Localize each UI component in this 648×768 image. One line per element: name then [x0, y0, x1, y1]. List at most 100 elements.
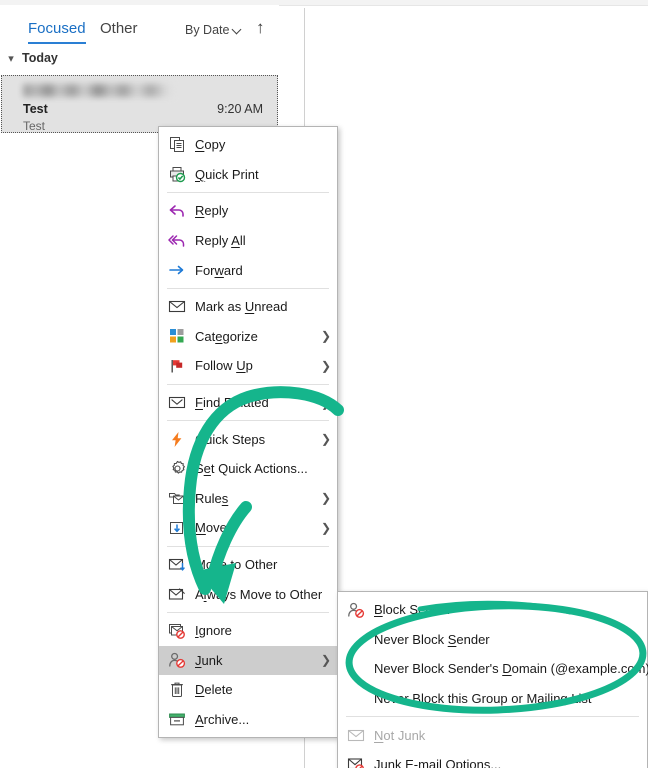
- chevron-right-icon: ❯: [315, 521, 337, 535]
- forward-icon: [159, 262, 195, 278]
- menu-item-archive[interactable]: Archive...: [159, 705, 337, 735]
- quick-steps-icon: [159, 431, 195, 448]
- submenu-item-block-sender[interactable]: Block Sender: [338, 595, 647, 625]
- message-list-header: Focused Other By Date ↑: [0, 5, 279, 45]
- submenu-item-never-block-senders-domain[interactable]: Never Block Sender's Domain (@example.co…: [338, 654, 647, 684]
- menu-item-label: Archive...: [195, 712, 337, 727]
- menu-item-follow-up[interactable]: Follow Up ❯: [159, 351, 337, 381]
- submenu-item-not-junk: Not Junk: [338, 720, 647, 750]
- menu-separator: [167, 384, 329, 385]
- chevron-right-icon: ❯: [315, 329, 337, 343]
- menu-item-label: Follow Up: [195, 358, 315, 373]
- menu-separator: [167, 612, 329, 613]
- ignore-icon: [159, 623, 195, 639]
- menu-item-label: Forward: [195, 263, 337, 278]
- menu-item-label: Copy: [195, 137, 337, 152]
- menu-item-label: Reply All: [195, 233, 337, 248]
- menu-item-label: Set Quick Actions...: [195, 461, 337, 476]
- menu-item-label: Quick Steps: [195, 432, 315, 447]
- reply-icon: [159, 203, 195, 219]
- menu-item-label: Ignore: [195, 623, 337, 638]
- sort-dropdown[interactable]: By Date: [185, 23, 242, 37]
- chevron-right-icon: ❯: [315, 432, 337, 446]
- group-header-label: Today: [22, 51, 58, 65]
- follow-up-flag-icon: [159, 358, 195, 374]
- not-junk-envelope-icon: [338, 728, 374, 743]
- sort-dropdown-label: By Date: [185, 23, 229, 37]
- menu-item-mark-as-unread[interactable]: Mark as Unread: [159, 292, 337, 322]
- menu-item-rules[interactable]: Rules ❯: [159, 484, 337, 514]
- menu-item-always-move-to-other[interactable]: Always Move to Other: [159, 579, 337, 609]
- menu-item-label: Categorize: [195, 329, 315, 344]
- outlook-screen: Focused Other By Date ↑ ▾ Today Test Tes…: [0, 0, 648, 768]
- message-time: 9:20 AM: [217, 102, 263, 116]
- tab-focused[interactable]: Focused: [28, 20, 86, 37]
- chevron-down-icon: ▾: [0, 52, 22, 65]
- submenu-item-never-block-this-group[interactable]: Never Block this Group or Mailing List: [338, 684, 647, 714]
- tab-other[interactable]: Other: [100, 20, 138, 37]
- menu-item-label: Delete: [195, 682, 337, 697]
- menu-item-move-to-other[interactable]: Move to Other: [159, 550, 337, 580]
- chevron-right-icon: ❯: [315, 359, 337, 373]
- menu-item-label: Move to Other: [195, 557, 337, 572]
- menu-item-junk[interactable]: Junk ❯: [159, 646, 337, 676]
- arrow-up-icon[interactable]: ↑: [256, 19, 265, 36]
- menu-item-reply[interactable]: Reply: [159, 196, 337, 226]
- chevron-right-icon: ❯: [315, 491, 337, 505]
- always-move-to-other-icon: [159, 587, 195, 602]
- chevron-right-icon: ❯: [315, 396, 337, 410]
- categorize-icon: [159, 328, 195, 344]
- menu-item-label: Reply: [195, 203, 337, 218]
- submenu-item-label: Never Block Sender: [374, 632, 647, 647]
- menu-item-label: Move: [195, 520, 315, 535]
- envelope-icon: [159, 299, 195, 314]
- archive-icon: [159, 712, 195, 727]
- menu-item-label: Mark as Unread: [195, 299, 337, 314]
- submenu-item-label: Junk E-mail Options...: [374, 757, 647, 768]
- rules-icon: [159, 490, 195, 506]
- tab-other-label: Other: [100, 20, 138, 37]
- menu-item-delete[interactable]: Delete: [159, 675, 337, 705]
- delete-icon: [159, 681, 195, 698]
- find-related-icon: [159, 395, 195, 410]
- gear-icon: [159, 460, 195, 477]
- menu-item-label: Rules: [195, 491, 315, 506]
- message-list-item[interactable]: Test Test 9:20 AM: [1, 75, 278, 133]
- submenu-item-label: Never Block this Group or Mailing List: [374, 691, 647, 706]
- message-preview: Test: [23, 119, 45, 133]
- submenu-item-never-block-sender[interactable]: Never Block Sender: [338, 625, 647, 655]
- menu-item-move[interactable]: Move ❯: [159, 513, 337, 543]
- reply-all-icon: [159, 233, 195, 249]
- chevron-right-icon: ❯: [315, 653, 337, 667]
- menu-item-reply-all[interactable]: Reply All: [159, 226, 337, 256]
- context-menu[interactable]: Copy Quick Print Re: [158, 126, 338, 738]
- message-subject: Test: [23, 102, 48, 116]
- block-sender-icon: [338, 602, 374, 618]
- submenu-item-label: Not Junk: [374, 728, 647, 743]
- menu-item-label: Junk: [195, 653, 315, 668]
- menu-separator: [167, 420, 329, 421]
- junk-submenu[interactable]: Block Sender Never Block Sender Never Bl…: [337, 591, 648, 768]
- junk-icon: [159, 652, 195, 668]
- move-to-other-icon: [159, 557, 195, 572]
- menu-item-find-related[interactable]: Find Related ❯: [159, 388, 337, 418]
- menu-item-copy[interactable]: Copy: [159, 130, 337, 160]
- move-icon: [159, 520, 195, 536]
- group-header-today[interactable]: ▾ Today: [0, 47, 279, 69]
- chevron-down-icon: [233, 25, 242, 34]
- menu-item-forward[interactable]: Forward: [159, 255, 337, 285]
- menu-separator: [167, 288, 329, 289]
- menu-item-set-quick-actions[interactable]: Set Quick Actions...: [159, 454, 337, 484]
- menu-separator: [346, 716, 639, 717]
- menu-item-quick-steps[interactable]: Quick Steps ❯: [159, 424, 337, 454]
- menu-item-categorize[interactable]: Categorize ❯: [159, 322, 337, 352]
- sender-name-redacted: [23, 84, 173, 97]
- menu-separator: [167, 192, 329, 193]
- menu-item-quick-print[interactable]: Quick Print: [159, 160, 337, 190]
- menu-item-label: Always Move to Other: [195, 587, 337, 602]
- quick-print-icon: [159, 166, 195, 183]
- menu-separator: [167, 546, 329, 547]
- submenu-item-junk-email-options[interactable]: Junk E-mail Options...: [338, 750, 647, 768]
- submenu-item-label: Block Sender: [374, 602, 647, 617]
- menu-item-ignore[interactable]: Ignore: [159, 616, 337, 646]
